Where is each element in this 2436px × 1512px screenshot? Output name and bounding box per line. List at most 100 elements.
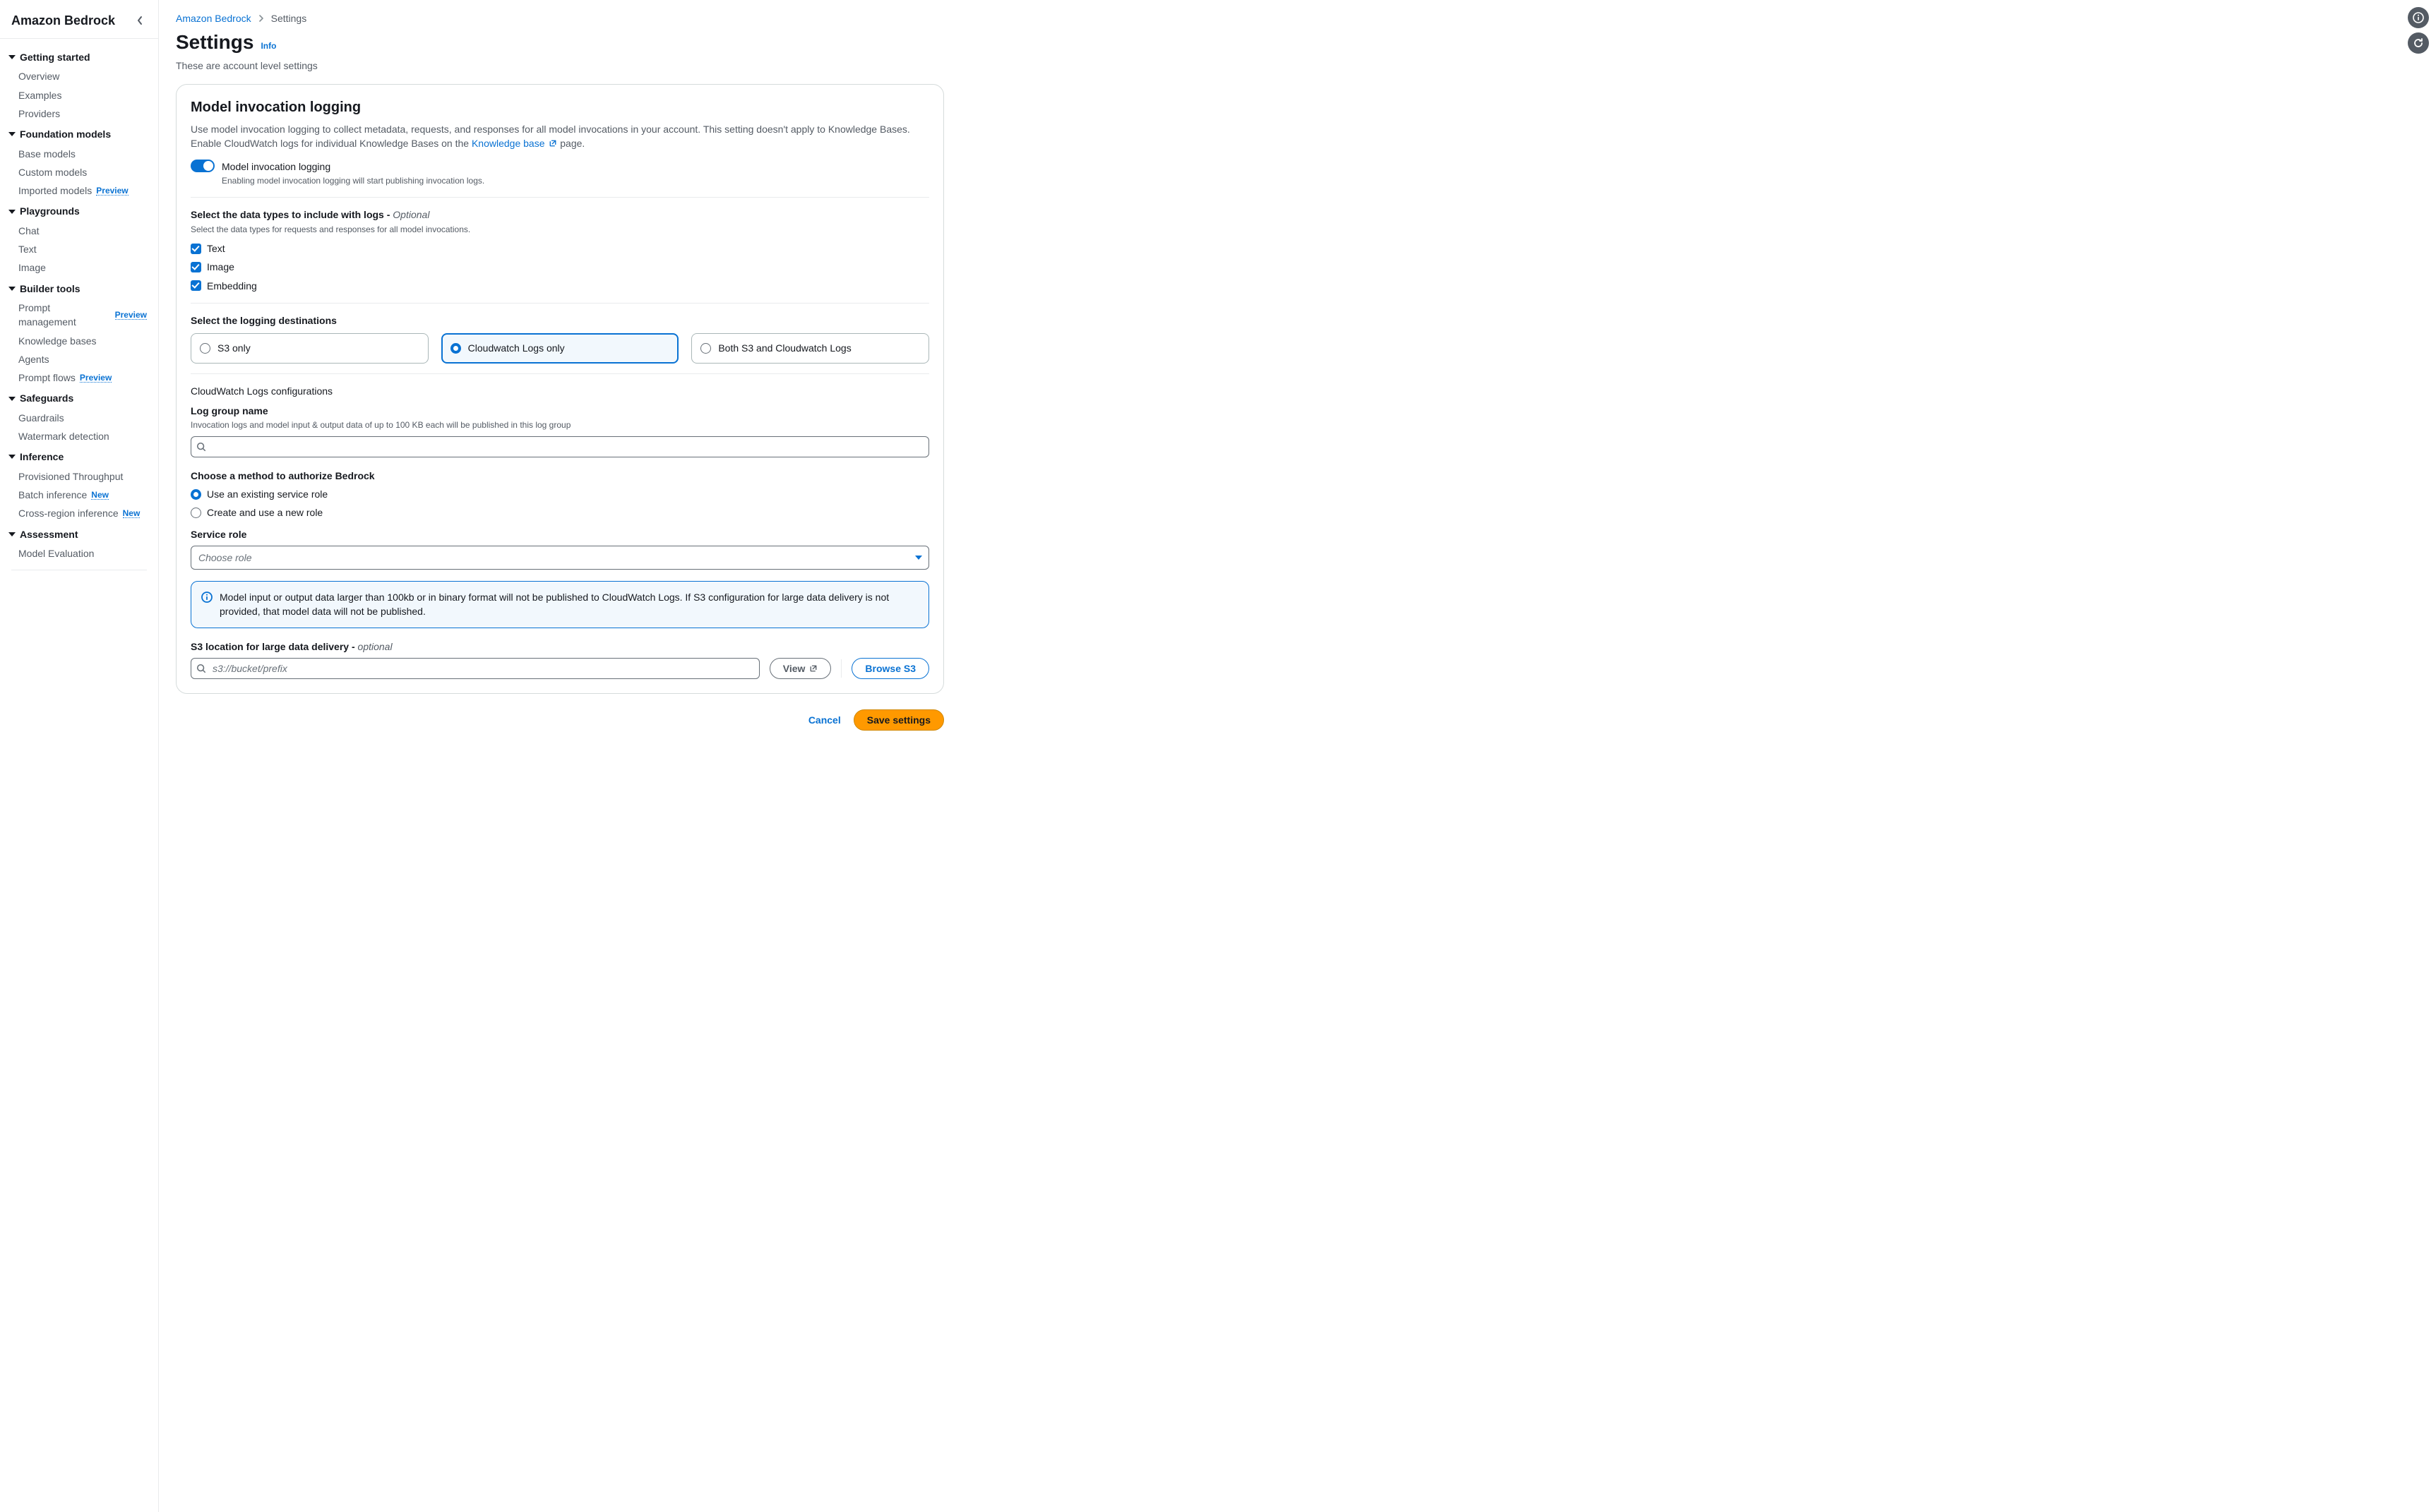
caret-down-icon xyxy=(8,287,16,291)
nav-item[interactable]: Chat xyxy=(0,222,158,240)
toggle-label: Model invocation logging xyxy=(222,160,484,174)
nav-item[interactable]: Imported modelsPreview xyxy=(0,181,158,200)
nav-item[interactable]: Custom models xyxy=(0,163,158,181)
radio-icon xyxy=(700,343,711,354)
datatype-checkbox[interactable]: Embedding xyxy=(191,279,929,293)
checkbox-label: Text xyxy=(207,241,225,256)
nav-item-tag: New xyxy=(123,509,141,518)
nav-section-label: Assessment xyxy=(20,527,78,541)
nav-item[interactable]: Guardrails xyxy=(0,409,158,427)
divider xyxy=(191,197,929,198)
view-button-label: View xyxy=(783,663,806,674)
cancel-button[interactable]: Cancel xyxy=(804,709,845,731)
nav-section-header[interactable]: Getting started xyxy=(0,46,158,67)
kb-link-text: Knowledge base xyxy=(472,138,545,149)
nav-item-label: Chat xyxy=(18,224,40,238)
logging-destination-tile[interactable]: Both S3 and Cloudwatch Logs xyxy=(691,333,929,363)
datatype-checkbox[interactable]: Image xyxy=(191,260,929,274)
nav-section-header[interactable]: Builder tools xyxy=(0,277,158,299)
nav-section-header[interactable]: Assessment xyxy=(0,523,158,544)
chevron-right-icon xyxy=(258,15,264,22)
nav-item-label: Custom models xyxy=(18,165,87,179)
nav-item[interactable]: Image xyxy=(0,258,158,277)
nav-item[interactable]: Overview xyxy=(0,67,158,85)
datatype-checkbox[interactable]: Text xyxy=(191,241,929,256)
nav-item[interactable]: Watermark detection xyxy=(0,427,158,445)
tile-label: Both S3 and Cloudwatch Logs xyxy=(718,341,851,355)
save-settings-button[interactable]: Save settings xyxy=(854,709,944,731)
service-role-label: Service role xyxy=(191,527,929,541)
nav-item[interactable]: Knowledge bases xyxy=(0,332,158,350)
nav-item-label: Batch inference xyxy=(18,488,87,502)
nav-item[interactable]: Model Evaluation xyxy=(0,544,158,563)
nav-item-label: Providers xyxy=(18,107,60,121)
logging-destination-tile[interactable]: Cloudwatch Logs only xyxy=(441,333,679,363)
panel-title: Model invocation logging xyxy=(191,97,929,118)
nav-item-label: Model Evaluation xyxy=(18,546,94,560)
auth-method-radio[interactable]: Create and use a new role xyxy=(191,505,929,520)
main-content: Amazon Bedrock Settings Settings Info Th… xyxy=(159,0,964,1512)
nav-item-label: Knowledge bases xyxy=(18,334,97,348)
breadcrumb-current: Settings xyxy=(271,11,307,25)
nav-item-label: Watermark detection xyxy=(18,429,109,443)
knowledge-base-link[interactable]: Knowledge base xyxy=(472,138,557,149)
nav-item-label: Prompt flows xyxy=(18,371,76,385)
nav-section-header[interactable]: Foundation models xyxy=(0,123,158,144)
sidebar-collapse-button[interactable] xyxy=(133,13,147,28)
nav-item[interactable]: Cross-region inference New xyxy=(0,504,158,522)
caret-down-icon xyxy=(8,55,16,59)
nav-item-label: Provisioned Throughput xyxy=(18,469,123,484)
radio-icon xyxy=(450,343,461,354)
service-role-select[interactable]: Choose role xyxy=(191,546,929,570)
nav-item[interactable]: Prompt managementPreview xyxy=(0,299,158,332)
nav-item[interactable]: Examples xyxy=(0,86,158,104)
panel-description: Use model invocation logging to collect … xyxy=(191,122,929,151)
checkbox-icon xyxy=(191,262,201,272)
nav-item-tag: New xyxy=(91,491,109,500)
nav-section-label: Foundation models xyxy=(20,127,111,141)
toggle-sublabel: Enabling model invocation logging will s… xyxy=(222,175,484,187)
nav-section-header[interactable]: Safeguards xyxy=(0,387,158,408)
nav-item-tag: Preview xyxy=(115,311,147,320)
refresh-button[interactable] xyxy=(2408,32,2429,54)
auth-method-radio[interactable]: Use an existing service role xyxy=(191,487,929,501)
radio-label: Create and use a new role xyxy=(207,505,323,520)
view-button[interactable]: View xyxy=(770,658,832,679)
log-group-desc: Invocation logs and model input & output… xyxy=(191,419,929,431)
page-title: Settings xyxy=(176,28,253,57)
nav-item[interactable]: Base models xyxy=(0,145,158,163)
log-group-label: Log group name xyxy=(191,404,929,418)
log-group-input[interactable] xyxy=(191,436,929,457)
datatypes-heading-text: Select the data types to include with lo… xyxy=(191,209,393,220)
divider xyxy=(191,303,929,304)
nav-item-tag: Preview xyxy=(80,373,112,383)
divider xyxy=(191,373,929,374)
caret-down-icon xyxy=(915,556,922,560)
nav-item[interactable]: Agents xyxy=(0,350,158,368)
logging-destination-tile[interactable]: S3 only xyxy=(191,333,429,363)
radio-icon xyxy=(191,489,201,500)
nav-item[interactable]: Prompt flows Preview xyxy=(0,368,158,387)
nav-item-label: Cross-region inference xyxy=(18,506,119,520)
nav-section-header[interactable]: Inference xyxy=(0,445,158,467)
sidebar: Amazon Bedrock Getting startedOverviewEx… xyxy=(0,0,159,1512)
nav-section-label: Getting started xyxy=(20,50,90,64)
nav-section-header[interactable]: Playgrounds xyxy=(0,200,158,221)
nav-item[interactable]: Providers xyxy=(0,104,158,123)
breadcrumb-root[interactable]: Amazon Bedrock xyxy=(176,11,251,25)
footer-actions: Cancel Save settings xyxy=(176,709,944,731)
info-icon xyxy=(201,592,213,603)
panel-desc-text-post: page. xyxy=(557,138,585,149)
browse-s3-button[interactable]: Browse S3 xyxy=(852,658,929,679)
help-button[interactable] xyxy=(2408,7,2429,28)
nav-item[interactable]: Text xyxy=(0,240,158,258)
nav-item[interactable]: Provisioned Throughput xyxy=(0,467,158,486)
s3-location-input[interactable] xyxy=(191,658,760,679)
s3-label-text: S3 location for large data delivery - xyxy=(191,641,358,652)
radio-icon xyxy=(200,343,210,354)
page-info-link[interactable]: Info xyxy=(261,40,276,52)
settings-panel: Model invocation logging Use model invoc… xyxy=(176,84,944,694)
nav-item[interactable]: Batch inference New xyxy=(0,486,158,504)
invocation-logging-toggle[interactable] xyxy=(191,160,215,172)
refresh-icon xyxy=(2413,37,2424,49)
